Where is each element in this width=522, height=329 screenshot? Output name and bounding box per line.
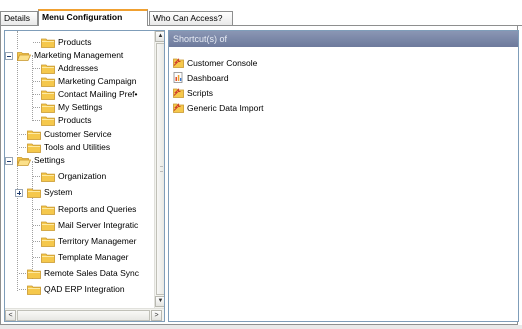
collapse-icon[interactable] bbox=[5, 157, 13, 165]
tree-item[interactable]: Template Manager bbox=[5, 251, 153, 264]
tree-item-label: Marketing Campaign bbox=[58, 76, 137, 86]
tree-item[interactable]: QAD ERP Integration bbox=[5, 283, 153, 296]
tree-connector-line bbox=[33, 241, 40, 242]
tree-item[interactable]: Customer Service bbox=[5, 128, 153, 141]
folder-icon bbox=[41, 116, 55, 126]
tree-item[interactable]: Settings bbox=[5, 154, 153, 167]
shortcut-label: Generic Data Import bbox=[187, 103, 264, 113]
shortcut-folder-icon bbox=[173, 87, 184, 98]
tab-strip: Details Menu Configuration Who Can Acces… bbox=[0, 0, 522, 27]
folder-icon bbox=[41, 90, 55, 100]
hscroll-thumb[interactable] bbox=[17, 310, 150, 321]
scroll-grip bbox=[160, 166, 163, 172]
folder-icon bbox=[41, 64, 55, 74]
tree-connector-line bbox=[19, 273, 26, 274]
tree-item-label: My Settings bbox=[58, 102, 103, 112]
tree-item[interactable]: Addresses bbox=[5, 62, 153, 75]
tree-item-label: Mail Server Integratic bbox=[58, 220, 139, 230]
tree-item[interactable]: Products bbox=[5, 36, 153, 49]
tree-connector-line bbox=[19, 134, 26, 135]
scroll-left-button[interactable]: < bbox=[5, 310, 16, 321]
tree-item[interactable]: Tools and Utilities bbox=[5, 141, 153, 154]
folder-icon bbox=[27, 143, 41, 153]
shortcuts-panel: Shortcut(s) of Customer Console Dashboard… bbox=[168, 30, 519, 322]
tab-who-can-access[interactable]: Who Can Access? bbox=[149, 11, 233, 26]
tree-item-label: Remote Sales Data Sync bbox=[44, 268, 139, 278]
tab-menu-configuration[interactable]: Menu Configuration bbox=[38, 9, 148, 27]
tree-vertical-scrollbar[interactable]: ▲ ▼ bbox=[154, 31, 164, 308]
tree-connector-line bbox=[33, 209, 40, 210]
shortcut-label: Scripts bbox=[187, 88, 213, 98]
tree-item-label: Tools and Utilities bbox=[44, 142, 111, 152]
tree-item-label: Marketing Management bbox=[34, 50, 124, 60]
tree-item-label: Organization bbox=[58, 171, 107, 181]
tree-connector-line bbox=[33, 107, 40, 108]
folder-icon bbox=[41, 77, 55, 87]
tree-item-label: Products bbox=[58, 115, 92, 125]
folder-icon bbox=[41, 253, 55, 263]
tree-item[interactable]: Territory Managemer bbox=[5, 235, 153, 248]
tree-connector-line bbox=[33, 176, 40, 177]
scroll-down-button[interactable]: ▼ bbox=[155, 296, 164, 307]
tree-horizontal-scrollbar[interactable]: < > bbox=[5, 308, 164, 321]
tree-connector-line bbox=[33, 120, 40, 121]
tree-item-label: System bbox=[44, 187, 73, 197]
tree-connector-line bbox=[19, 289, 26, 290]
tree-item[interactable]: Organization bbox=[5, 170, 153, 183]
scroll-up-button[interactable]: ▲ bbox=[155, 31, 164, 42]
tree-item-label: QAD ERP Integration bbox=[44, 284, 125, 294]
dashboard-icon bbox=[173, 72, 184, 83]
folder-icon bbox=[27, 130, 41, 140]
tree-connector-line bbox=[33, 81, 40, 82]
tree-item[interactable]: Contact Mailing Pref• bbox=[5, 88, 153, 101]
tree-item[interactable]: My Settings bbox=[5, 101, 153, 114]
folder-icon bbox=[41, 103, 55, 113]
tab-details[interactable]: Details bbox=[0, 11, 38, 26]
tree-item[interactable]: Products bbox=[5, 114, 153, 127]
folder-icon bbox=[41, 172, 55, 182]
shortcut-label: Dashboard bbox=[187, 73, 229, 83]
folder-open-icon bbox=[16, 51, 32, 61]
tree-item-label: Contact Mailing Pref• bbox=[58, 89, 138, 99]
tree-connector-line bbox=[19, 147, 26, 148]
shortcut-folder-icon bbox=[173, 57, 184, 68]
expand-icon[interactable] bbox=[15, 189, 23, 197]
folder-icon bbox=[41, 221, 55, 231]
tree-item[interactable]: Marketing Management bbox=[5, 49, 153, 62]
tree-item-label: Settings bbox=[34, 155, 65, 165]
tree-item[interactable]: Remote Sales Data Sync bbox=[5, 267, 153, 280]
tree-item-label: Reports and Queries bbox=[58, 204, 137, 214]
shortcuts-header: Shortcut(s) of bbox=[169, 31, 518, 47]
folder-icon bbox=[27, 285, 41, 295]
collapse-icon[interactable] bbox=[5, 52, 13, 60]
tree-connector-line bbox=[33, 257, 40, 258]
tree-connector-line bbox=[33, 42, 40, 43]
folder-open-icon bbox=[16, 156, 32, 166]
tree-item-label: Customer Service bbox=[44, 129, 112, 139]
tree-item-label: Template Manager bbox=[58, 252, 129, 262]
tree-item[interactable]: System bbox=[5, 186, 153, 199]
tree-item[interactable]: Reports and Queries bbox=[5, 203, 153, 216]
window-bottom-edge bbox=[0, 325, 522, 329]
tree-item-label: Territory Managemer bbox=[58, 236, 137, 246]
scroll-right-button[interactable]: > bbox=[151, 310, 162, 321]
menu-tree: Products Marketing Management Addresses Mar… bbox=[4, 30, 165, 322]
scroll-thumb[interactable] bbox=[156, 43, 164, 295]
tree-item-label: Addresses bbox=[58, 63, 99, 73]
tree-item[interactable]: Marketing Campaign bbox=[5, 75, 153, 88]
tree-connector-line bbox=[33, 225, 40, 226]
folder-icon bbox=[27, 188, 41, 198]
folder-icon bbox=[41, 38, 55, 48]
tree-connector-line bbox=[33, 94, 40, 95]
tree-item-label: Products bbox=[58, 37, 92, 47]
folder-icon bbox=[27, 269, 41, 279]
folder-icon bbox=[41, 205, 55, 215]
shortcut-label: Customer Console bbox=[187, 58, 258, 68]
folder-icon bbox=[41, 237, 55, 247]
shortcut-folder-icon bbox=[173, 102, 184, 113]
tree-connector-line bbox=[33, 68, 40, 69]
tree-item[interactable]: Mail Server Integratic bbox=[5, 219, 153, 232]
